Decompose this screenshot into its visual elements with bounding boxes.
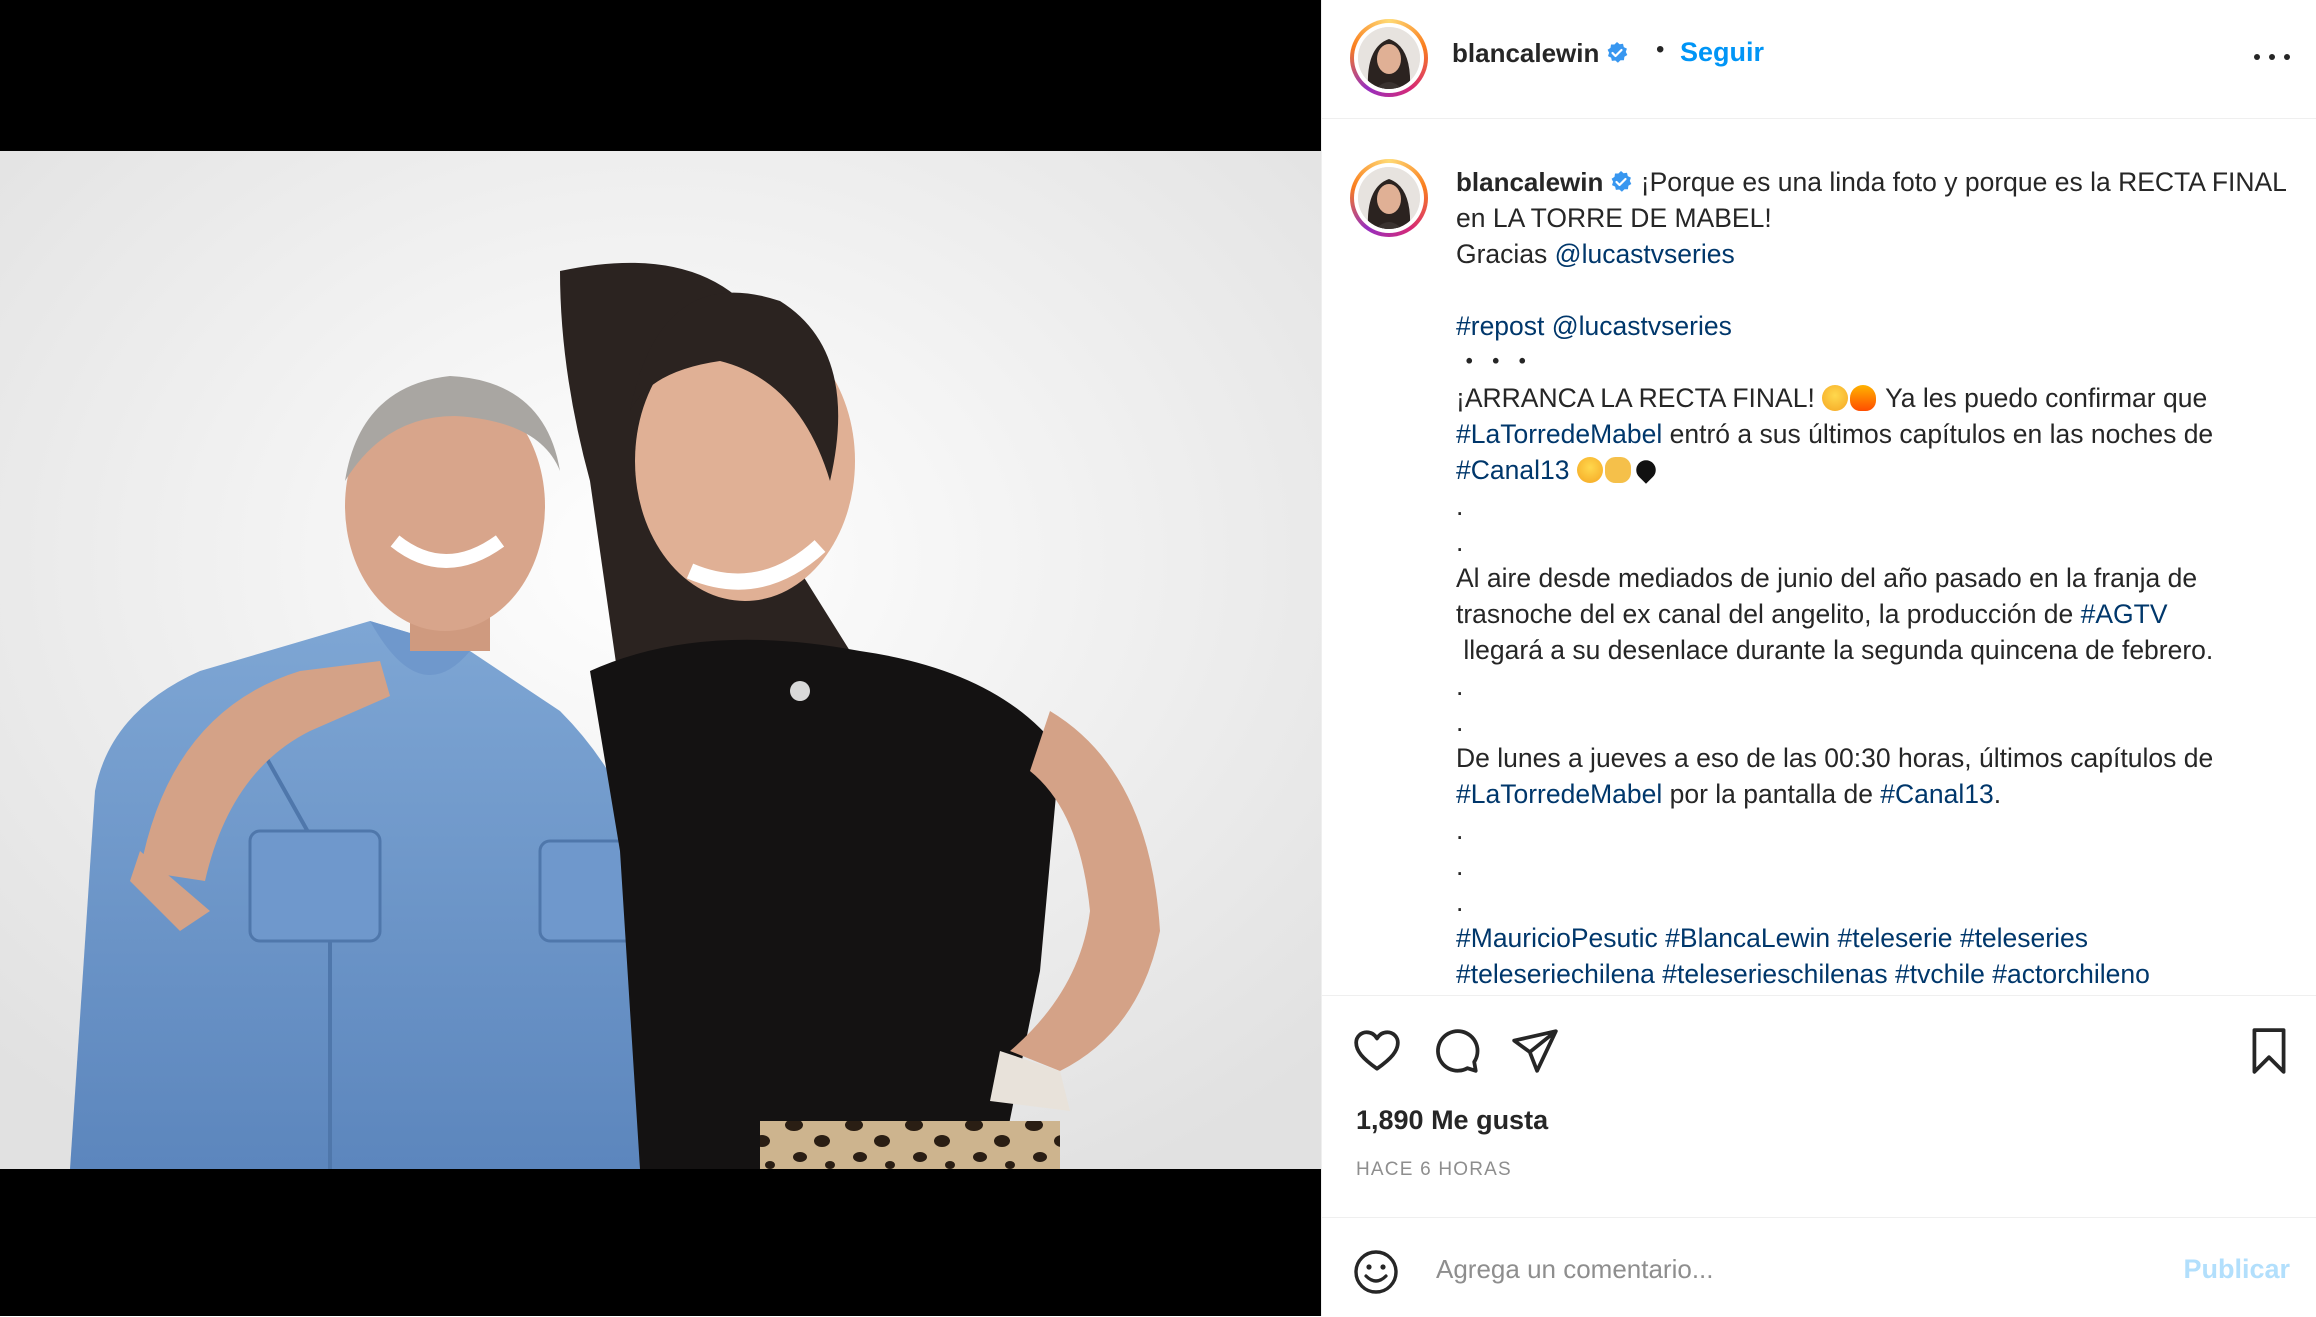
post-photo[interactable] [0,151,1321,1169]
caption-period: . [1993,779,2002,809]
header-separator: • [1656,36,1665,63]
verified-badge-icon [1607,42,1628,63]
hashtag-link[interactable]: #teleserieschilenas [1662,959,1887,989]
comment-bar: Publicar [1322,1217,2316,1317]
caption-confirm: Ya les puedo confirmar que [1878,383,2215,413]
fire-emoji-icon [1850,385,1877,411]
avatar-portrait-icon [1358,27,1420,89]
publish-button[interactable]: Publicar [2183,1254,2290,1285]
post-side-panel: blancalewin • Seguir blancalewin ¡Porque… [1321,0,2316,1316]
author-username[interactable]: blancalewin [1452,38,1599,68]
hashtag-link[interactable]: #actorchileno [1992,959,2150,989]
hashtag-link[interactable]: #LaTorredeMabel [1456,779,1662,809]
post-caption: blancalewin ¡Porque es una linda foto y … [1456,164,2296,992]
hashtag-link[interactable]: #teleseriechilena [1456,959,1655,989]
caption-dot: . [1456,527,1464,557]
caption-dot: . [1456,707,1464,737]
caption-dot: . [1456,887,1464,917]
caption-pantalla: por la pantalla de [1662,779,1881,809]
comment-icon[interactable] [1432,1026,1482,1076]
caption-author-avatar[interactable] [1350,159,1428,237]
comment-input[interactable] [1434,1240,2098,1298]
heart-eyes-emoji-icon [1576,457,1603,483]
post-actions: 1,890 Me gusta HACE 6 HORAS [1322,995,2316,1218]
hashtag-link[interactable]: #tvchile [1895,959,1985,989]
hashtag-link[interactable]: #teleseries [1960,923,2088,953]
caption-dot: . [1456,851,1464,881]
caption-arranca: ¡ARRANCA LA RECTA FINAL! [1456,383,1823,413]
caption-dot: . [1456,671,1464,701]
clapping-emoji-icon [1604,457,1631,483]
caption-dot: . [1456,815,1464,845]
caption-section: blancalewin ¡Porque es una linda foto y … [1322,119,2316,995]
caption-llegara: llegará a su desenlace durante la segund… [1456,635,2214,665]
mention-link[interactable]: @lucastvseries [1552,311,1732,341]
caption-lunes: De lunes a jueves a eso de las 00:30 hor… [1456,743,2221,773]
bookmark-icon[interactable] [2244,1026,2294,1076]
hashtag-link[interactable]: #Canal13 [1880,779,1993,809]
hashtag-link[interactable]: #BlancaLewin [1665,923,1830,953]
likes-count[interactable]: 1,890 Me gusta [1356,1105,1548,1136]
caption-username[interactable]: blancalewin [1456,167,1603,197]
hashtag-link[interactable]: #teleserie [1838,923,1953,953]
post-timestamp[interactable]: HACE 6 HORAS [1356,1159,1512,1181]
post-media[interactable] [0,0,1321,1316]
follow-button[interactable]: Seguir [1680,37,1764,68]
scream-emoji-icon [1822,385,1849,411]
hashtag-link[interactable]: #MauricioPesutic [1456,923,1658,953]
more-options-icon[interactable] [2254,42,2290,72]
caption-dots: ・・・ [1456,347,1536,377]
black-heart-emoji-icon [1632,456,1660,484]
hashtag-link[interactable]: #AGTV [2081,599,2168,629]
share-icon[interactable] [1510,1026,1560,1076]
caption-entro: entró a sus últimos capítulos en las noc… [1662,419,2221,449]
emoji-icon[interactable] [1352,1248,1400,1296]
verified-badge-icon [1611,171,1632,192]
photo-illustration [0,151,1321,1169]
author-avatar[interactable] [1350,19,1428,97]
mention-link[interactable]: @lucastvseries [1555,239,1735,269]
post-header: blancalewin • Seguir [1322,0,2316,119]
caption-thanks: Gracias [1456,239,1555,269]
avatar-portrait-icon [1358,167,1420,229]
hashtag-link[interactable]: #Canal13 [1456,455,1569,485]
hashtag-link[interactable]: #repost [1456,311,1544,341]
author-username-link[interactable]: blancalewin [1452,38,1629,69]
hashtag-link[interactable]: #LaTorredeMabel [1456,419,1662,449]
caption-dot: . [1456,491,1464,521]
heart-icon[interactable] [1352,1026,1402,1076]
